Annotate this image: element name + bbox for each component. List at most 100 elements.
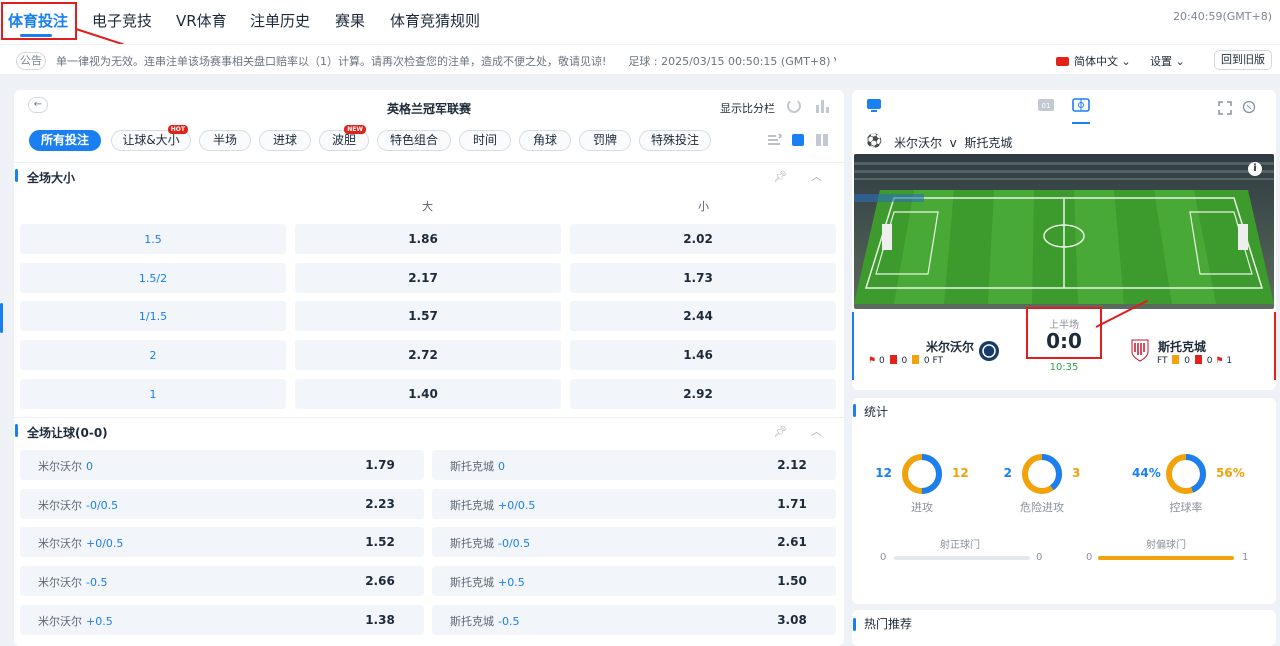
filter-special[interactable]: 特殊投注 xyxy=(639,130,711,151)
scoreboard-toggle[interactable]: 显示比分栏 xyxy=(720,100,775,116)
tab-vr-sports[interactable]: VR体育 xyxy=(176,10,227,31)
pitch-view-icon[interactable] xyxy=(1072,98,1090,112)
away-handicap-label: 斯托克城 -0.5 xyxy=(450,613,519,629)
under-odds-button[interactable]: 2.02 xyxy=(570,224,836,254)
total-line-cell: 2 xyxy=(20,340,286,371)
corner-flag-icon: ⚑ xyxy=(868,356,877,366)
away-handicap-button[interactable]: 斯托克城 +0.5 1.50 xyxy=(432,566,836,597)
home-handicap-label: 米尔沃尔 -0.5 xyxy=(38,574,107,590)
over-odds-button[interactable]: 1.86 xyxy=(295,224,561,254)
stadium-field: i xyxy=(854,154,1274,309)
home-handicap-odds: 1.79 xyxy=(365,458,395,472)
tab-esports[interactable]: 电子竞技 xyxy=(92,10,152,31)
away-handicap-button[interactable]: 斯托克城 +0/0.5 1.71 xyxy=(432,488,836,519)
section-total-header[interactable]: 全场大小 📌︎ ︿ xyxy=(14,162,844,188)
away-handicap-button[interactable]: 斯托克城 0 2.12 xyxy=(432,450,836,480)
away-handicap-odds: 1.50 xyxy=(777,574,807,589)
shots-on-target-away: 0 xyxy=(1036,552,1043,563)
home-team-crest-icon xyxy=(979,341,999,361)
over-odds-button[interactable]: 1.57 xyxy=(295,301,561,332)
red-card-icon xyxy=(889,355,897,364)
settings-menu[interactable]: 设置 ⌄ xyxy=(1150,53,1185,69)
filter-handicap-total[interactable]: 让球&大小 HOT xyxy=(111,125,191,151)
away-handicap-label: 斯托克城 +0/0.5 xyxy=(450,497,535,513)
home-handicap-label: 米尔沃尔 0 xyxy=(38,458,93,474)
under-odds-button[interactable]: 1.73 xyxy=(570,262,836,293)
refresh-icon[interactable] xyxy=(786,98,802,114)
attack-label: 进攻 xyxy=(911,501,933,514)
active-view-underline xyxy=(1072,122,1090,124)
filter-time[interactable]: 时间 xyxy=(459,130,511,151)
home-handicap-button[interactable]: 米尔沃尔 +0/0.5 1.52 xyxy=(20,527,424,558)
total-line-label: 1.5 xyxy=(144,233,162,246)
total-line-label: 2 xyxy=(149,349,157,363)
section-handicap-header[interactable]: 全场让球(0-0) 📌︎ ︿ xyxy=(14,417,844,443)
notice-bar: 公告 单一律视为无效。连串注单该场赛事相关盘口赔率以（1）计算。请再次检查您的注… xyxy=(0,44,1280,74)
over-odds-button[interactable]: 2.17 xyxy=(295,262,561,293)
language-select[interactable]: 简体中文 ⌄ xyxy=(1056,53,1131,69)
attack-home-value: 12 xyxy=(875,466,892,480)
under-odds-button[interactable]: 2.44 xyxy=(570,301,836,332)
under-odds-value: 2.44 xyxy=(683,309,713,324)
home-handicap-button[interactable]: 米尔沃尔 -0.5 2.66 xyxy=(20,566,424,597)
tab-rules[interactable]: 体育竞猜规则 xyxy=(390,10,480,31)
section-accent xyxy=(15,424,18,437)
home-team-name: 米尔沃尔 xyxy=(38,576,82,590)
double-view-icon[interactable] xyxy=(816,134,828,146)
single-view-icon[interactable] xyxy=(792,134,804,146)
danger-attack-label: 危险进攻 xyxy=(1020,501,1064,514)
hot-badge: HOT xyxy=(167,125,188,134)
home-handicap-line: -0.5 xyxy=(86,576,108,590)
total-line-cell: 1.5 xyxy=(20,224,286,254)
attack-donut-chart xyxy=(902,454,942,494)
away-team-name: 斯托克城 xyxy=(450,498,494,512)
pin-collapse-icons[interactable]: 📌︎ ︿ xyxy=(774,423,832,439)
old-version-button[interactable]: 回到旧版 xyxy=(1214,50,1272,70)
home-handicap-odds: 1.38 xyxy=(365,612,395,627)
tab-bet-history[interactable]: 注单历史 xyxy=(250,10,310,31)
section-title: 全场让球(0-0) xyxy=(27,426,108,440)
tv-icon[interactable] xyxy=(866,98,882,112)
away-team-crest-icon xyxy=(1131,339,1149,362)
tab-results[interactable]: 赛果 xyxy=(335,10,365,31)
filter-all[interactable]: 所有投注 xyxy=(29,130,101,151)
filter-half[interactable]: 半场 xyxy=(199,130,251,151)
filter-combo[interactable]: 特色组合 xyxy=(377,130,451,151)
under-odds-value: 2.02 xyxy=(683,232,713,246)
filter-cards[interactable]: 罚牌 xyxy=(579,130,631,151)
info-icon[interactable]: i xyxy=(1248,162,1262,176)
away-handicap-label: 斯托克城 0 xyxy=(450,458,505,474)
chevron-down-icon: ⌄ xyxy=(1175,55,1185,68)
pin-collapse-icons[interactable]: 📌︎ ︿ xyxy=(774,168,832,184)
filter-corners[interactable]: 角球 xyxy=(519,130,571,151)
away-team-name: 斯托克城 xyxy=(450,614,494,628)
over-odds-button[interactable]: 1.40 xyxy=(295,378,561,409)
filter-goals[interactable]: 进球 xyxy=(259,130,311,151)
fullscreen-icon[interactable] xyxy=(1218,101,1232,115)
match-header: 米尔沃尔 v 斯托克城 xyxy=(894,136,1013,150)
popout-icon[interactable] xyxy=(1242,100,1256,114)
total-line-cell: 1 xyxy=(20,378,286,409)
home-handicap-button[interactable]: 米尔沃尔 +0.5 1.38 xyxy=(20,604,424,635)
notice-text: 单一律视为无效。连串注单该场赛事相关盘口赔率以（1）计算。请再次检查您的注单，造… xyxy=(56,55,836,68)
home-handicap-line: +0.5 xyxy=(86,614,113,628)
sort-icon[interactable] xyxy=(766,132,782,148)
home-handicap-button[interactable]: 米尔沃尔 0 1.79 xyxy=(20,450,424,480)
chevron-down-icon: ⌄ xyxy=(1121,55,1131,68)
under-odds-button[interactable]: 1.46 xyxy=(570,340,836,371)
home-handicap-line: -0/0.5 xyxy=(86,498,119,512)
away-handicap-button[interactable]: 斯托克城 -0.5 3.08 xyxy=(432,604,836,635)
shots-off-target-away: 1 xyxy=(1242,552,1249,563)
live-match-panel: 01 ⚽ 米尔沃尔 v 斯托克城 i 米尔沃尔 ⚑ 0 0 0 FT 上半场 0… xyxy=(852,90,1276,390)
over-odds-button[interactable]: 2.72 xyxy=(295,340,561,371)
home-handicap-odds: 2.66 xyxy=(365,574,395,589)
home-handicap-button[interactable]: 米尔沃尔 -0/0.5 2.23 xyxy=(20,488,424,519)
home-handicap-line: 0 xyxy=(86,460,93,473)
under-odds-button[interactable]: 2.92 xyxy=(570,378,836,409)
stats-title: 统计 xyxy=(864,405,889,419)
filter-correct-score[interactable]: 波胆 NEW xyxy=(319,125,369,151)
scoreboard-icon[interactable]: 01 xyxy=(1037,98,1055,112)
highlight-box xyxy=(1,2,77,40)
away-handicap-button[interactable]: 斯托克城 -0/0.5 2.61 xyxy=(432,527,836,558)
stats-bars-icon[interactable] xyxy=(814,98,830,114)
